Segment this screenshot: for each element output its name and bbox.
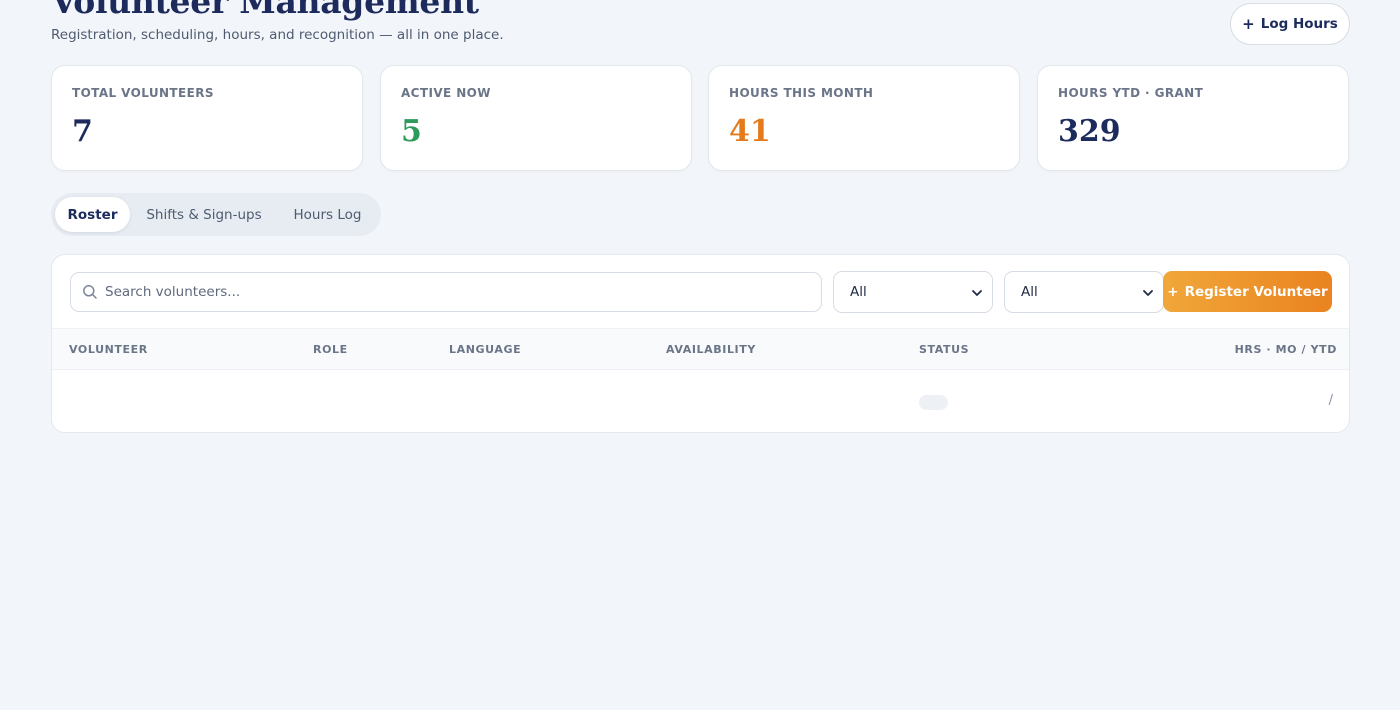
chevron-down-icon (1143, 290, 1153, 296)
search-field[interactable] (70, 272, 822, 312)
stat-value: 7 (72, 114, 93, 149)
log-hours-label: Log Hours (1260, 16, 1338, 32)
register-volunteer-button[interactable]: + Register Volunteer (1163, 271, 1332, 312)
column-header-language[interactable]: LANGUAGE (449, 343, 521, 356)
search-input[interactable] (105, 274, 805, 310)
hours-cell: / (1328, 393, 1333, 408)
page-subtitle: Registration, scheduling, hours, and rec… (51, 27, 504, 43)
stat-card-hours-ytd-grant: HOURS YTD · GRANT 329 (1037, 65, 1349, 171)
column-header-role[interactable]: ROLE (313, 343, 348, 356)
stat-value: 329 (1058, 114, 1121, 149)
search-icon (83, 285, 97, 299)
tab-roster[interactable]: Roster (55, 197, 130, 232)
stat-card-hours-this-month: HOURS THIS MONTH 41 (708, 65, 1020, 171)
stat-value: 41 (729, 114, 771, 149)
plus-icon: + (1242, 14, 1255, 33)
stat-card-active-now: ACTIVE NOW 5 (380, 65, 692, 171)
log-hours-button[interactable]: + Log Hours (1230, 3, 1350, 45)
stat-value: 5 (401, 114, 422, 149)
plus-icon: + (1167, 283, 1179, 300)
status-filter-select[interactable]: All (1004, 271, 1164, 313)
roster-panel: All All + Register Volunteer VOLUNTEER R… (51, 254, 1350, 433)
stat-label: ACTIVE NOW (401, 86, 491, 100)
chevron-down-icon (972, 290, 982, 296)
stat-label: HOURS YTD · GRANT (1058, 86, 1204, 100)
tab-shifts-signups[interactable]: Shifts & Sign-ups (137, 197, 271, 232)
column-header-hours[interactable]: HRS · MO / YTD (1235, 343, 1337, 356)
stat-label: TOTAL VOLUNTEERS (72, 86, 214, 100)
volunteer-management-page: Volunteer Management Registration, sched… (0, 0, 1400, 710)
status-badge (919, 395, 948, 410)
role-filter-select[interactable]: All (833, 271, 993, 313)
select-value: All (850, 284, 867, 300)
stat-card-total-volunteers: TOTAL VOLUNTEERS 7 (51, 65, 363, 171)
stat-label: HOURS THIS MONTH (729, 86, 874, 100)
column-header-status[interactable]: STATUS (919, 343, 969, 356)
select-value: All (1021, 284, 1038, 300)
register-volunteer-label: Register Volunteer (1184, 283, 1328, 300)
column-header-availability[interactable]: AVAILABILITY (666, 343, 756, 356)
view-tabs: Roster Shifts & Sign-ups Hours Log (51, 193, 381, 236)
tab-hours-log[interactable]: Hours Log (281, 197, 374, 232)
column-header-volunteer[interactable]: VOLUNTEER (69, 343, 148, 356)
table-row[interactable]: / (52, 371, 1349, 432)
page-title: Volunteer Management (51, 0, 479, 21)
table-header: VOLUNTEER ROLE LANGUAGE AVAILABILITY STA… (52, 328, 1349, 370)
